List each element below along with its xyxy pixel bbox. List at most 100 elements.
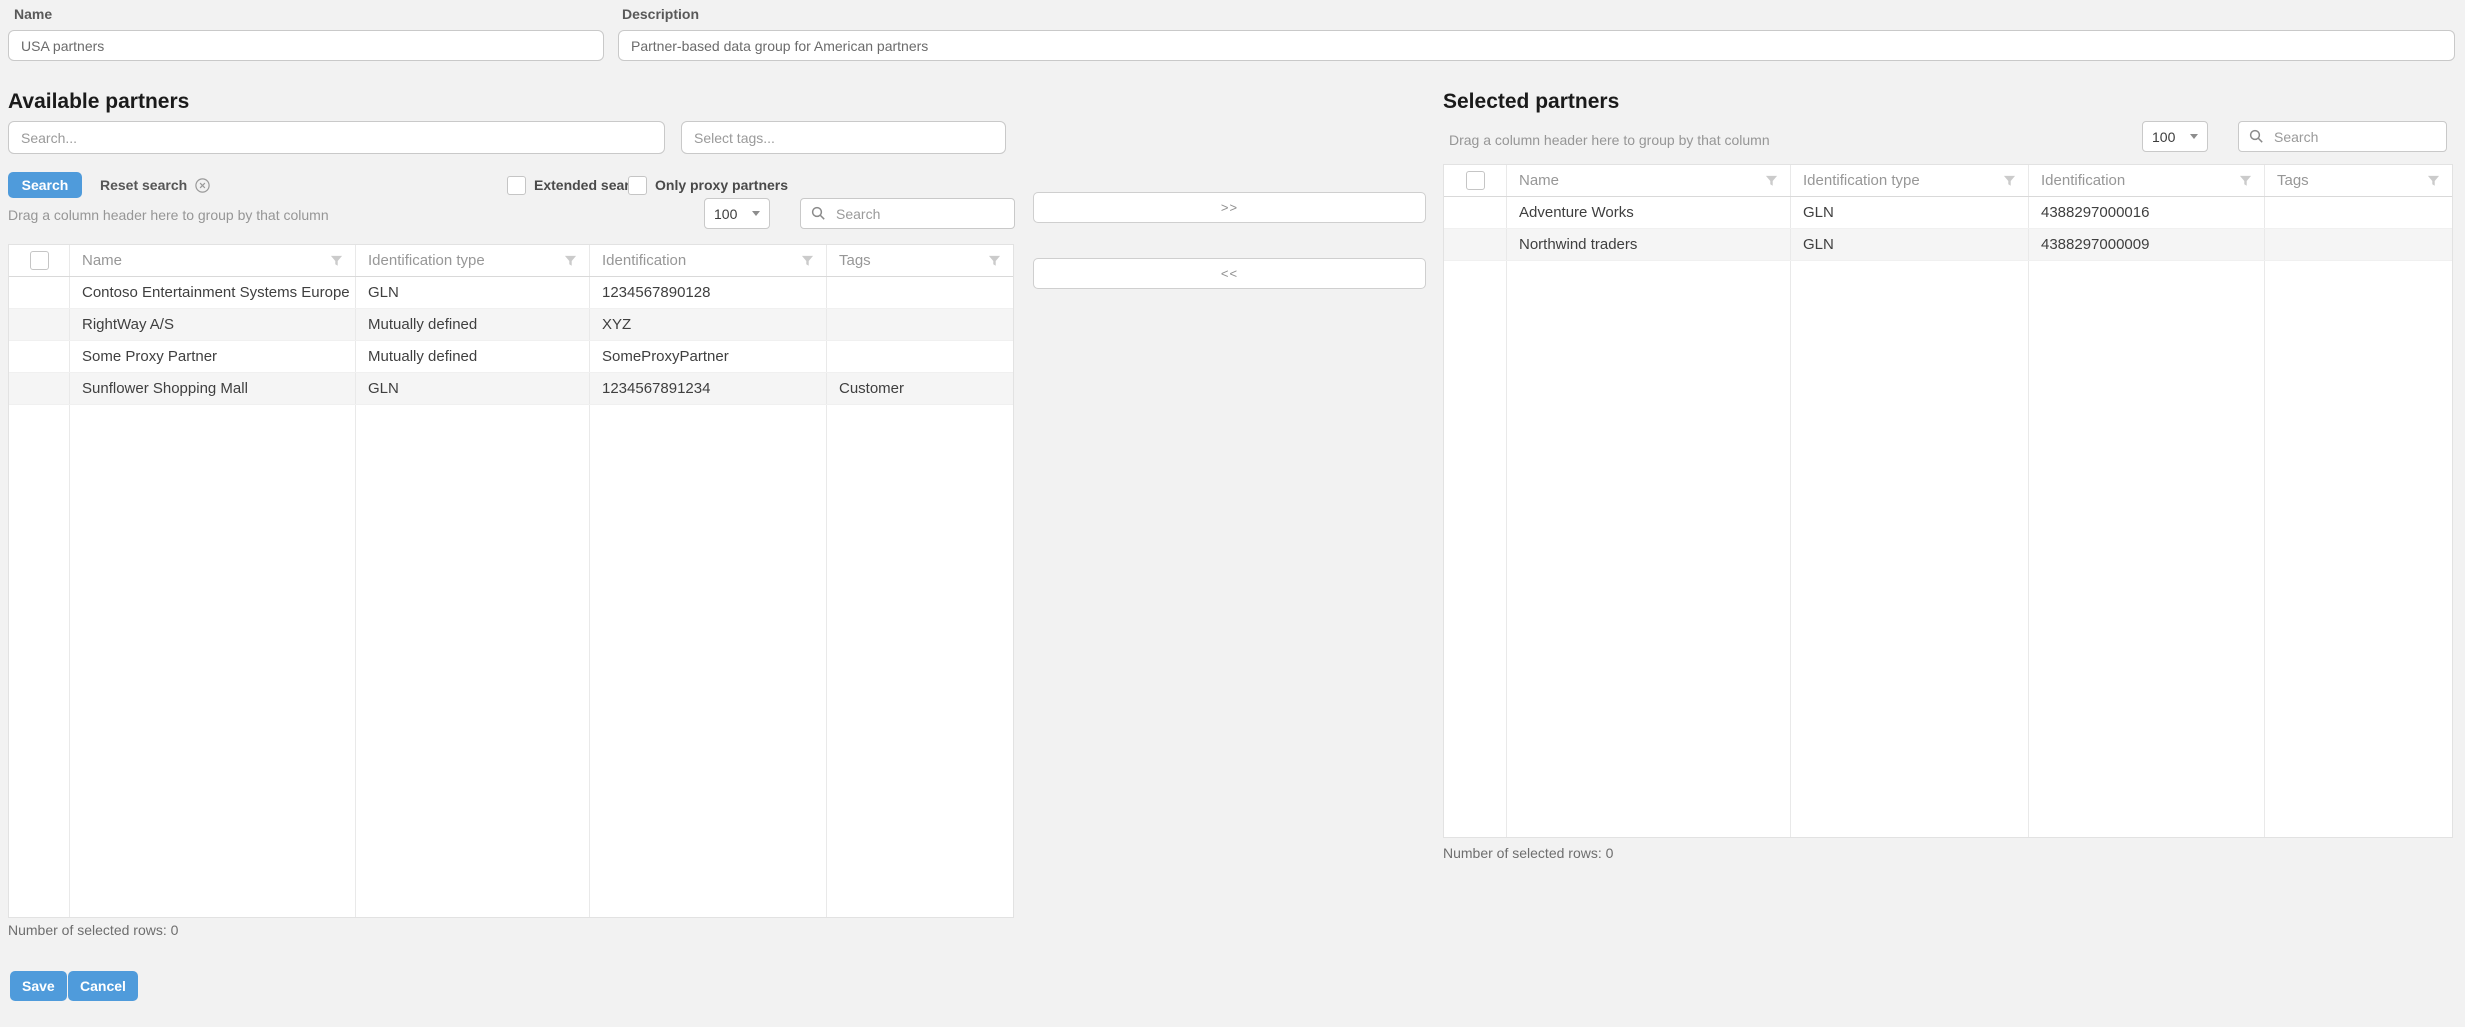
grid-search-panel[interactable] <box>800 198 1015 229</box>
funnel-icon[interactable] <box>2239 174 2252 187</box>
page-size-dropdown[interactable]: 100 <box>704 198 770 229</box>
empty-cell <box>1791 261 2029 837</box>
grid-search-panel[interactable] <box>2238 121 2447 152</box>
table-cell: 4388297000009 <box>2029 229 2265 260</box>
reset-search[interactable]: Reset search <box>100 172 210 198</box>
table-cell <box>827 309 1013 340</box>
magnifier-icon <box>2249 129 2264 144</box>
column-header-identification-type[interactable]: Identification type <box>1791 165 2029 196</box>
table-row[interactable]: RightWay A/SMutually definedXYZ <box>9 309 1013 341</box>
column-header-name[interactable]: Name <box>1507 165 1791 196</box>
row-checkbox-cell[interactable] <box>1444 197 1507 228</box>
table-cell: XYZ <box>590 309 827 340</box>
table-cell: GLN <box>1791 197 2029 228</box>
table-cell: Sunflower Shopping Mall <box>70 373 356 404</box>
table-cell: SomeProxyPartner <box>590 341 827 372</box>
search-button[interactable]: Search <box>8 172 82 198</box>
name-input[interactable] <box>8 30 604 61</box>
funnel-icon[interactable] <box>2427 174 2440 187</box>
grid-header-row: Name Identification type Identification Tag… <box>1444 165 2452 197</box>
table-cell: Mutually defined <box>356 309 590 340</box>
funnel-icon[interactable] <box>564 254 577 267</box>
table-cell: 1234567890128 <box>590 277 827 308</box>
row-checkbox-cell[interactable] <box>9 277 70 308</box>
selected-selected-rows-count: Number of selected rows: 0 <box>1443 845 1613 861</box>
page-size-value: 100 <box>714 206 737 222</box>
reset-search-label: Reset search <box>100 177 187 193</box>
table-cell: GLN <box>356 373 590 404</box>
row-checkbox-cell[interactable] <box>9 341 70 372</box>
only-proxy-label: Only proxy partners <box>655 177 788 193</box>
table-row[interactable]: Some Proxy PartnerMutually definedSomePr… <box>9 341 1013 373</box>
table-cell: Northwind traders <box>1507 229 1791 260</box>
select-all-cell <box>9 245 70 276</box>
row-checkbox-cell[interactable] <box>9 373 70 404</box>
column-header-label: Identification <box>2041 172 2233 189</box>
extended-search-checkbox[interactable] <box>507 176 526 195</box>
column-header-identification[interactable]: Identification <box>2029 165 2265 196</box>
table-cell: GLN <box>356 277 590 308</box>
funnel-icon[interactable] <box>1765 174 1778 187</box>
row-checkbox-cell[interactable] <box>1444 229 1507 260</box>
funnel-icon[interactable] <box>988 254 1001 267</box>
column-header-label: Name <box>82 252 324 269</box>
table-cell: Mutually defined <box>356 341 590 372</box>
magnifier-icon <box>811 206 826 221</box>
cancel-button[interactable]: Cancel <box>68 971 138 1001</box>
column-header-label: Identification type <box>368 252 558 269</box>
extended-search-checkbox-group[interactable]: Extended search <box>507 172 646 198</box>
select-tags-input[interactable] <box>681 121 1006 154</box>
empty-cell <box>590 405 827 917</box>
table-cell: Contoso Entertainment Systems Europe <box>70 277 356 308</box>
description-input[interactable] <box>618 30 2455 61</box>
empty-cell <box>1444 261 1507 837</box>
grid-search-input[interactable] <box>834 205 1004 223</box>
column-header-label: Tags <box>2277 172 2421 189</box>
column-header-label: Identification type <box>1803 172 1997 189</box>
table-cell: Customer <box>827 373 1013 404</box>
group-panel-hint: Drag a column header here to group by th… <box>1449 132 1770 148</box>
column-header-identification-type[interactable]: Identification type <box>356 245 590 276</box>
circle-x-icon[interactable] <box>195 178 210 193</box>
table-row[interactable]: Adventure WorksGLN4388297000016 <box>1444 197 2452 229</box>
select-all-cell <box>1444 165 1507 196</box>
selected-partners-title: Selected partners <box>1443 90 1619 114</box>
only-proxy-checkbox[interactable] <box>628 176 647 195</box>
page-size-value: 100 <box>2152 129 2175 145</box>
column-header-name[interactable]: Name <box>70 245 356 276</box>
select-all-checkbox[interactable] <box>1466 171 1485 190</box>
only-proxy-checkbox-group[interactable]: Only proxy partners <box>628 172 788 198</box>
column-header-tags[interactable]: Tags <box>2265 165 2452 196</box>
empty-cell <box>827 405 1013 917</box>
column-header-tags[interactable]: Tags <box>827 245 1013 276</box>
table-cell: Some Proxy Partner <box>70 341 356 372</box>
select-all-checkbox[interactable] <box>30 251 49 270</box>
column-header-identification[interactable]: Identification <box>590 245 827 276</box>
table-row[interactable]: Sunflower Shopping MallGLN1234567891234C… <box>9 373 1013 405</box>
move-right-button[interactable]: >> <box>1033 192 1426 223</box>
table-cell: GLN <box>1791 229 2029 260</box>
grid-header-row: Name Identification type Identification Tag… <box>9 245 1013 277</box>
move-left-button[interactable]: << <box>1033 258 1426 289</box>
table-cell <box>827 341 1013 372</box>
table-row[interactable]: Contoso Entertainment Systems EuropeGLN1… <box>9 277 1013 309</box>
empty-cell <box>2265 261 2452 837</box>
funnel-icon[interactable] <box>801 254 814 267</box>
grid-search-input[interactable] <box>2272 128 2436 146</box>
column-header-label: Name <box>1519 172 1759 189</box>
table-row[interactable]: Northwind tradersGLN4388297000009 <box>1444 229 2452 261</box>
table-cell: RightWay A/S <box>70 309 356 340</box>
available-grid: Name Identification type Identification Tag… <box>8 244 1014 918</box>
available-selected-rows-count: Number of selected rows: 0 <box>8 922 178 938</box>
column-header-label: Identification <box>602 252 795 269</box>
page-size-dropdown[interactable]: 100 <box>2142 121 2208 152</box>
save-button[interactable]: Save <box>10 971 67 1001</box>
funnel-icon[interactable] <box>2003 174 2016 187</box>
partner-search-input[interactable] <box>8 121 665 154</box>
empty-cell <box>70 405 356 917</box>
row-checkbox-cell[interactable] <box>9 309 70 340</box>
empty-cell <box>2029 261 2265 837</box>
funnel-icon[interactable] <box>330 254 343 267</box>
grid-empty-area <box>1444 261 2452 837</box>
caret-down-icon <box>752 211 760 216</box>
